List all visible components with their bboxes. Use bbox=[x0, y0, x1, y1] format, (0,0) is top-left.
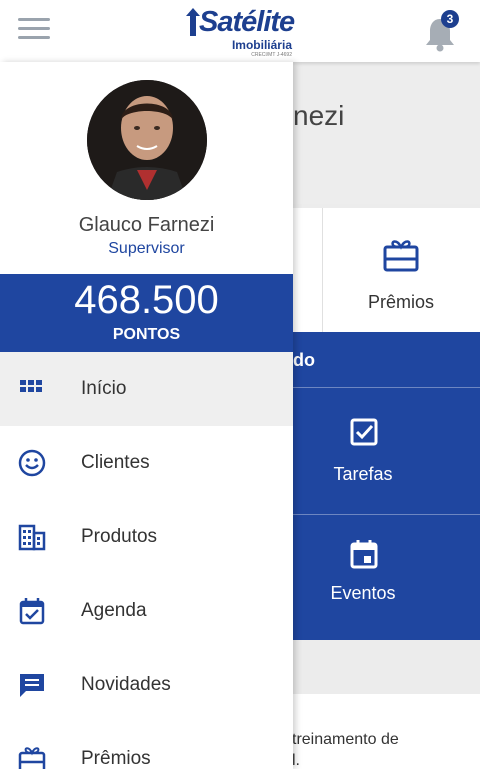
menu-item-premios[interactable]: Prêmios bbox=[0, 722, 293, 769]
grid-icon bbox=[20, 380, 42, 392]
building-icon bbox=[18, 524, 46, 551]
calendar-check-icon bbox=[19, 598, 45, 625]
news-snippet: l. bbox=[292, 752, 300, 769]
menu-item-novidades[interactable]: Novidades bbox=[0, 648, 293, 722]
menu-item-agenda[interactable]: Agenda bbox=[0, 574, 293, 648]
logo-house-icon bbox=[186, 8, 200, 36]
smiley-icon bbox=[18, 449, 46, 477]
eventos-label: Eventos bbox=[330, 583, 396, 603]
avatar[interactable] bbox=[87, 80, 207, 200]
premios-shortcut[interactable]: Prêmios bbox=[322, 208, 480, 332]
calendar-icon bbox=[350, 540, 378, 569]
points-label: PONTOS bbox=[112, 326, 181, 343]
menu-item-produtos[interactable]: Produtos bbox=[0, 500, 293, 574]
menu-label: Novidades bbox=[81, 674, 171, 695]
menu-item-clientes[interactable]: Clientes bbox=[0, 426, 293, 500]
menu-label: Prêmios bbox=[81, 748, 151, 769]
gift-icon bbox=[18, 747, 46, 769]
tarefas-label: Tarefas bbox=[333, 464, 393, 484]
premios-shortcut-label: Prêmios bbox=[367, 292, 434, 312]
menu-item-inicio[interactable]: Início bbox=[0, 352, 293, 426]
eventos-tile[interactable]: Eventos bbox=[293, 515, 480, 639]
hamburger-menu-icon[interactable] bbox=[18, 18, 50, 40]
user-photo bbox=[87, 80, 207, 200]
user-role: Supervisor bbox=[108, 240, 185, 257]
logo-text: Satélite bbox=[199, 6, 295, 38]
user-name: Glauco Farnezi bbox=[78, 214, 215, 236]
news-snippet: treinamento de bbox=[292, 731, 399, 748]
checkbox-icon bbox=[350, 418, 378, 446]
gift-card-icon bbox=[383, 240, 419, 272]
menu-label: Início bbox=[81, 378, 127, 399]
top-app-bar: Satélite Imobiliária CRECI/MT J-4692 3 bbox=[0, 0, 480, 62]
brand-logo[interactable]: Satélite Imobiliária CRECI/MT J-4692 bbox=[186, 6, 296, 60]
points-panel: 468.500 PONTOS bbox=[0, 274, 293, 352]
navigation-drawer: Glauco Farnezi Supervisor 468.500 PONTOS… bbox=[0, 62, 293, 769]
menu-label: Clientes bbox=[81, 452, 150, 473]
menu-label: Agenda bbox=[81, 600, 147, 621]
points-value: 468.500 bbox=[74, 278, 219, 322]
tarefas-tile[interactable]: Tarefas bbox=[293, 388, 480, 512]
notification-badge: 3 bbox=[441, 10, 459, 28]
profile-name-partial: nezi bbox=[293, 100, 345, 131]
actions-heading-partial: do bbox=[293, 350, 315, 370]
logo-subtitle: Imobiliária bbox=[231, 38, 292, 52]
logo-registration: CRECI/MT J-4692 bbox=[251, 52, 292, 58]
menu-label: Produtos bbox=[81, 526, 158, 547]
message-icon bbox=[20, 674, 44, 697]
